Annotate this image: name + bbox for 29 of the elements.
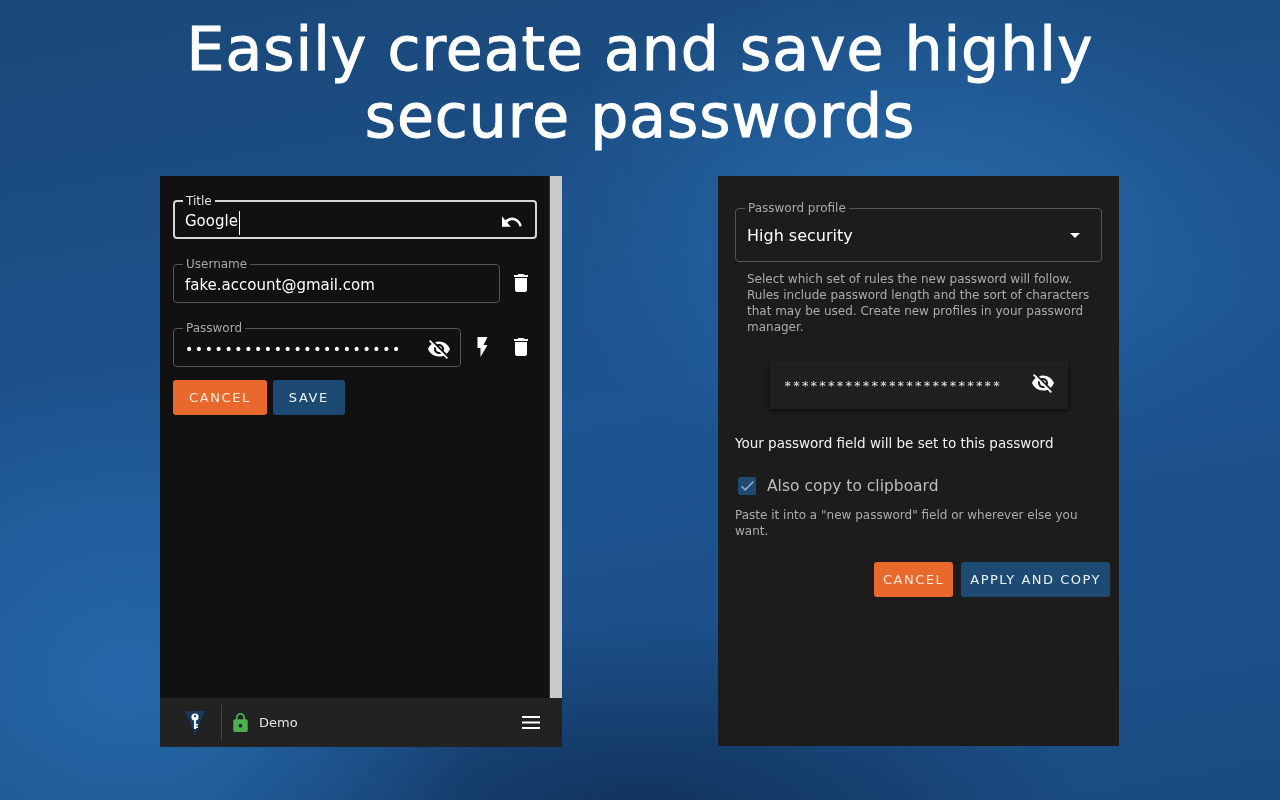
menu-icon[interactable] xyxy=(522,716,540,729)
help-text: Paste it into a "new password" field or wherever else you want. xyxy=(735,507,1079,539)
title-field[interactable]: Title Google xyxy=(173,194,537,239)
eye-slash-icon[interactable] xyxy=(428,339,450,359)
lightning-icon[interactable] xyxy=(476,337,488,357)
eye-slash-icon[interactable] xyxy=(1031,374,1054,393)
scrollbar-thumb[interactable] xyxy=(549,176,562,698)
dropdown-arrow-icon xyxy=(1070,232,1080,238)
padlock-icon xyxy=(233,713,248,732)
password-field[interactable]: Password •••••••••••••••••••••• xyxy=(173,321,461,367)
profile-select[interactable]: Password profile High security xyxy=(735,201,1102,262)
username-field[interactable]: Username fake.account@gmail.com xyxy=(173,257,500,303)
trash-icon[interactable] xyxy=(514,338,528,356)
field-label: Password profile xyxy=(747,201,847,215)
undo-icon[interactable] xyxy=(502,216,522,227)
vault-name: Demo xyxy=(259,715,299,730)
info-text: Your password field will be set to this password xyxy=(735,434,1055,452)
generated-password: ************************* xyxy=(784,377,1003,393)
help-text: Select which set of rules the new password will follow. Rules include password length and the sort of characters that may be used. Create new profiles in your password manager. xyxy=(747,271,1091,335)
headline: Easily create and save highly secure passwords xyxy=(185,13,1095,150)
apply-and-copy-button[interactable]: APPLY AND COPY xyxy=(961,562,1110,597)
checkbox-label: Also copy to clipboard xyxy=(767,477,939,495)
checkbox[interactable] xyxy=(738,477,756,495)
field-label: Password xyxy=(185,321,244,335)
save-button[interactable]: SAVE xyxy=(272,380,345,415)
trash-icon[interactable] xyxy=(514,274,528,292)
field-label: Username xyxy=(185,257,249,271)
field-label: Title xyxy=(185,194,213,208)
key-logo-icon[interactable] xyxy=(185,710,205,735)
